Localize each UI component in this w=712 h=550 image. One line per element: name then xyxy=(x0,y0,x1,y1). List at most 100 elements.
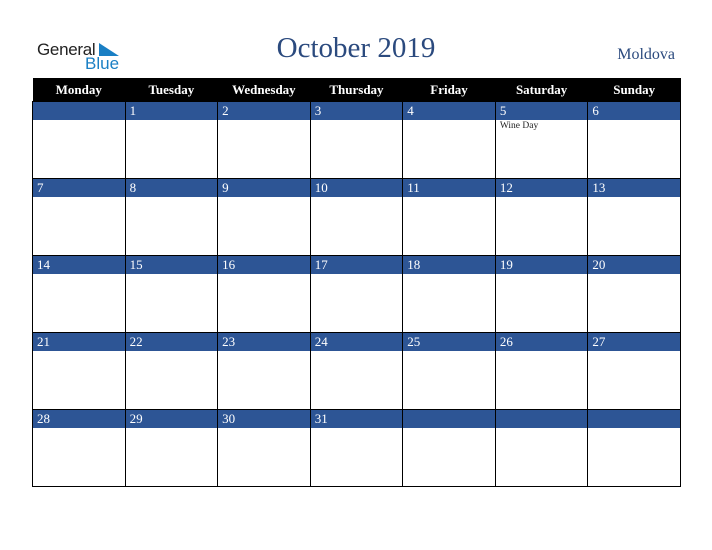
day-cell[interactable] xyxy=(587,274,681,333)
day-number-cell: 24 xyxy=(309,332,404,351)
day-number-cell: 31 xyxy=(309,409,404,428)
day-number-cell: 21 xyxy=(32,332,126,351)
day-number-cell: 23 xyxy=(217,332,311,351)
day-number-cell xyxy=(494,409,589,428)
day-number-cell: 3 xyxy=(309,101,404,120)
day-number-cell: 12 xyxy=(494,178,589,197)
day-number-cell: 27 xyxy=(587,332,681,351)
calendar-title: October 2019 xyxy=(276,32,436,64)
day-number: 2 xyxy=(222,103,229,118)
week-events-row xyxy=(32,197,681,256)
day-cell[interactable] xyxy=(402,120,496,179)
day-number-cell: 7 xyxy=(32,178,126,197)
day-cell[interactable] xyxy=(402,428,496,487)
day-number: 22 xyxy=(129,334,143,349)
day-cell[interactable] xyxy=(309,120,404,179)
day-cell[interactable] xyxy=(587,120,681,179)
day-cell[interactable] xyxy=(32,428,126,487)
day-cell[interactable] xyxy=(587,428,681,487)
day-number-cell: 13 xyxy=(587,178,681,197)
day-cell[interactable] xyxy=(309,197,404,256)
day-cell[interactable] xyxy=(309,351,404,410)
day-number: 16 xyxy=(222,257,236,272)
day-number: 7 xyxy=(37,180,44,195)
weekday-tuesday: Tuesday xyxy=(125,78,218,102)
day-number: 18 xyxy=(407,257,421,272)
day-number-cell xyxy=(402,409,496,428)
week-events-row: Wine Day xyxy=(32,120,681,179)
day-number-cell: 18 xyxy=(402,255,496,274)
day-cell[interactable] xyxy=(217,197,311,256)
week-number-row: 14 15 16 17 18 19 20 xyxy=(32,255,681,274)
weekday-saturday: Saturday xyxy=(495,78,588,102)
day-number-cell: 30 xyxy=(217,409,311,428)
day-cell[interactable] xyxy=(124,197,219,256)
day-number: 20 xyxy=(592,257,606,272)
day-cell[interactable] xyxy=(402,274,496,333)
day-number: 21 xyxy=(37,334,50,349)
day-number-cell: 14 xyxy=(32,255,126,274)
day-number-cell: 28 xyxy=(32,409,126,428)
day-cell[interactable] xyxy=(32,274,126,333)
day-cell[interactable] xyxy=(124,428,219,487)
day-number-cell xyxy=(587,409,681,428)
day-number: 23 xyxy=(222,334,236,349)
day-number-cell: 29 xyxy=(124,409,219,428)
day-cell[interactable] xyxy=(309,428,404,487)
day-number-cell: 8 xyxy=(124,178,219,197)
day-number: 28 xyxy=(37,411,50,426)
week-number-row: 7 8 9 10 11 12 13 xyxy=(32,178,681,197)
day-number-cell: 20 xyxy=(587,255,681,274)
day-number: 19 xyxy=(499,257,513,272)
calendar-grid: Monday Tuesday Wednesday Thursday Friday Satu… xyxy=(32,78,681,487)
day-number: 8 xyxy=(129,180,137,195)
day-cell[interactable] xyxy=(494,197,589,256)
day-number-cell: 11 xyxy=(402,178,496,197)
day-cell[interactable] xyxy=(124,274,219,333)
week-events-row xyxy=(32,274,681,333)
day-cell[interactable] xyxy=(124,120,219,179)
day-number-cell: 26 xyxy=(494,332,589,351)
day-cell[interactable] xyxy=(32,351,126,410)
week-number-row: 28 29 30 31 xyxy=(32,409,681,428)
day-number-cell: 25 xyxy=(402,332,496,351)
weekday-sunday: Sunday xyxy=(587,78,681,102)
weekday-header-row: Monday Tuesday Wednesday Thursday Friday Satu… xyxy=(32,78,681,102)
day-number: 5 xyxy=(499,103,507,118)
day-number: 3 xyxy=(314,103,322,118)
day-cell[interactable] xyxy=(494,274,589,333)
day-number: 14 xyxy=(37,257,50,272)
day-number: 6 xyxy=(592,103,599,118)
day-cell[interactable] xyxy=(494,351,589,410)
day-number: 17 xyxy=(314,257,328,272)
day-cell[interactable] xyxy=(217,351,311,410)
day-cell[interactable] xyxy=(217,428,311,487)
day-cell[interactable] xyxy=(217,120,311,179)
day-number-cell: 6 xyxy=(587,101,681,120)
day-number-cell: 17 xyxy=(309,255,404,274)
day-cell[interactable] xyxy=(217,274,311,333)
day-cell[interactable] xyxy=(32,197,126,256)
day-number: 30 xyxy=(222,411,236,426)
day-number: 9 xyxy=(222,180,229,195)
week-events-row xyxy=(32,351,681,410)
day-cell[interactable] xyxy=(587,197,681,256)
day-cell[interactable] xyxy=(402,351,496,410)
day-number: 27 xyxy=(592,334,606,349)
day-number: 10 xyxy=(314,180,328,195)
weekday-monday: Monday xyxy=(32,78,126,102)
holiday-label: Wine Day xyxy=(499,121,539,131)
day-cell[interactable]: Wine Day xyxy=(494,120,589,179)
day-number-cell: 2 xyxy=(217,101,311,120)
day-cell[interactable] xyxy=(494,428,589,487)
day-number-cell: 10 xyxy=(309,178,404,197)
week-number-row: 21 22 23 24 25 26 27 xyxy=(32,332,681,351)
day-number: 1 xyxy=(129,103,137,118)
day-number-cell: 5 xyxy=(494,101,589,120)
day-cell[interactable] xyxy=(587,351,681,410)
day-cell[interactable] xyxy=(309,274,404,333)
day-cell[interactable] xyxy=(124,351,219,410)
day-cell[interactable] xyxy=(402,197,496,256)
day-number: 29 xyxy=(129,411,143,426)
day-cell[interactable] xyxy=(32,120,126,179)
